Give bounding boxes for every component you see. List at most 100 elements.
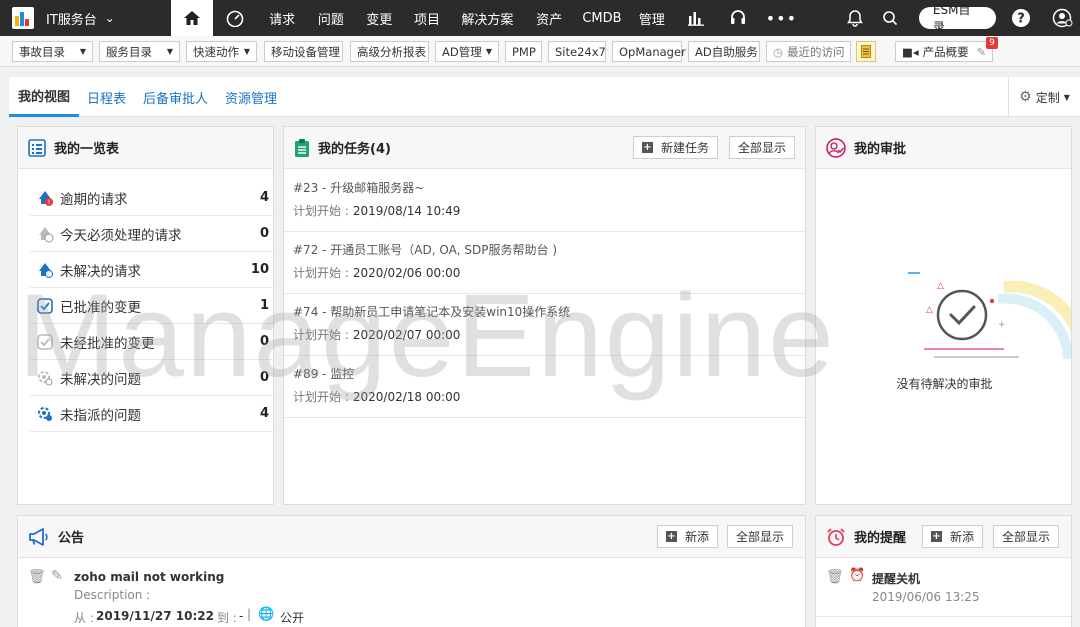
approvals-header: 我的审批 (816, 127, 1071, 169)
ad-self-service-button[interactable]: AD自助服务 (688, 41, 760, 62)
add-announcement-button[interactable]: + 新添 (657, 525, 719, 548)
task-item[interactable]: #74 - 帮助新员工申请笔记本及安装win10操作系统 计划开始 :2020/… (284, 294, 805, 356)
task-date-value: 2020/02/18 00:00 (352, 390, 461, 404)
help-icon[interactable]: ? (996, 0, 1046, 36)
service-catalog-dropdown[interactable]: 服务目录 ▼ (99, 41, 180, 62)
nav-solutions[interactable]: 解决方案 (450, 0, 524, 36)
dashboard-icon[interactable] (213, 0, 257, 36)
announcements-panel: 公告 + 新添 全部显示 🗑 ✎ zoho mail not working De… (17, 515, 806, 627)
summary-row-open-requests[interactable]: 未解决的请求 10 (30, 252, 277, 288)
pin-icon: ✎ (976, 44, 986, 59)
ad-manager-label: AD管理 (442, 44, 482, 59)
app-logo-icon (12, 7, 34, 29)
task-title[interactable]: #89 - 监控 (293, 365, 354, 382)
tab-resource-management[interactable]: 资源管理 (225, 77, 277, 117)
top-nav: IT服务台 ⌄ 请求 问题 变更 项目 解决方案 资产 CMDB 管理 ••• … (0, 0, 1080, 36)
nav-assets[interactable]: 资产 (524, 0, 574, 36)
customize-dropdown[interactable]: ⚙ 定制 ▼ (1008, 77, 1080, 117)
search-icon[interactable] (875, 0, 905, 36)
summary-count: 4 (259, 190, 269, 205)
task-title[interactable]: #23 - 升级邮箱服务器~ (293, 179, 424, 196)
headset-icon[interactable] (718, 0, 760, 36)
tasks-show-all-button[interactable]: 全部显示 (729, 136, 796, 159)
new-task-button[interactable]: + 新建任务 (633, 136, 719, 159)
tab-backup-approver[interactable]: 后备审批人 (143, 77, 208, 117)
announcement-description: Description : (74, 588, 151, 602)
opmanager-button[interactable]: OpManager (612, 41, 686, 62)
product-overview-label: 产品概要 (922, 44, 969, 59)
nav-requests[interactable]: 请求 (257, 0, 307, 36)
edit-icon[interactable]: ✎ (51, 568, 63, 584)
task-date-label: 计划开始 : (293, 328, 349, 342)
user-menu-icon[interactable] (1046, 0, 1080, 36)
summary-row-overdue-requests[interactable]: ! 逾期的请求 4 (30, 180, 277, 216)
announcements-show-all-button[interactable]: 全部显示 (727, 525, 794, 548)
reminder-title[interactable]: 提醒关机 (872, 570, 920, 587)
megaphone-icon (29, 527, 48, 546)
reports-icon[interactable] (674, 0, 718, 36)
ad-manager-dropdown[interactable]: AD管理 ▼ (435, 41, 499, 62)
summary-row-due-today[interactable]: 今天必须处理的请求 0 (30, 216, 277, 252)
summary-row-unapproved-changes[interactable]: 未经批准的变更 0 (30, 324, 277, 360)
task-title[interactable]: #74 - 帮助新员工申请笔记本及安装win10操作系统 (293, 303, 570, 320)
recent-access-button[interactable]: ◷ 最近的访问 (766, 41, 851, 62)
task-item[interactable]: #89 - 监控 计划开始 :2020/02/18 00:00 (284, 356, 805, 418)
product-overview-button[interactable]: ■◂ 产品概要 ✎ 9 (895, 37, 998, 62)
announcements-title: 公告 (58, 531, 85, 546)
chevron-down-icon: ⌄ (104, 11, 115, 25)
announcement-title[interactable]: zoho mail not working (74, 570, 224, 584)
quick-actions-dropdown[interactable]: 快速动作 ▼ (186, 41, 257, 62)
task-item[interactable]: #72 - 开通员工账号（AD, OA, SDP服务帮助台 ) 计划开始 :20… (284, 232, 805, 294)
tab-schedule[interactable]: 日程表 (87, 77, 126, 117)
incident-catalog-dropdown[interactable]: 事故目录 ▼ (12, 41, 93, 62)
new-task-label: 新建任务 (661, 141, 710, 155)
task-title[interactable]: #72 - 开通员工账号（AD, OA, SDP服务帮助台 ) (293, 241, 557, 258)
summary-row-approved-changes[interactable]: 已批准的变更 1 (30, 288, 277, 324)
task-item[interactable]: #23 - 升级邮箱服务器~ 计划开始 :2019/08/14 10:49 (284, 170, 805, 232)
nav-projects[interactable]: 项目 (404, 0, 451, 36)
svg-text:△: △ (926, 305, 933, 315)
summary-count: 0 (259, 226, 269, 241)
app-switcher[interactable]: IT服务台 ⌄ (0, 0, 171, 36)
announcement-visibility: 公开 (280, 611, 305, 625)
alarm-clock-icon (827, 527, 845, 546)
notification-badge: 9 (986, 37, 998, 49)
trash-icon[interactable]: 🗑 (826, 569, 844, 585)
summary-count: 0 (259, 334, 269, 349)
pmp-button[interactable]: PMP (505, 41, 542, 62)
reminder-item: 🗑 ⏰ 提醒关机 2019/06/06 13:25 (816, 559, 1071, 617)
mdm-button[interactable]: 移动设备管理 (264, 41, 343, 62)
add-reminder-label: 新添 (950, 530, 975, 544)
site24x7-button[interactable]: Site24x7 (548, 41, 606, 62)
bell-icon[interactable] (835, 0, 875, 36)
video-icon: ■◂ (902, 44, 919, 59)
tab-my-view[interactable]: 我的视图 (9, 77, 80, 117)
summary-label: 未解决的问题 (60, 371, 141, 388)
summary-label: 未指派的问题 (60, 407, 141, 424)
summary-row-open-problems[interactable]: 未解决的问题 0 (30, 360, 277, 396)
trash-icon[interactable]: 🗑 (28, 569, 46, 585)
summary-label: 已批准的变更 (60, 299, 141, 316)
esm-catalog-button[interactable]: ESM目录 (918, 3, 997, 34)
notes-icon[interactable] (856, 41, 876, 62)
separator: | (247, 607, 252, 621)
home-tab[interactable] (171, 0, 214, 36)
nav-cmdb[interactable]: CMDB (574, 0, 630, 36)
caret-down-icon: ▼ (243, 47, 250, 56)
nav-changes[interactable]: 变更 (355, 0, 404, 36)
app-name: IT服务台 (46, 12, 97, 28)
task-scheduled-start: 计划开始 :2020/02/07 00:00 (293, 326, 460, 343)
add-announcement-label: 新添 (685, 530, 710, 544)
analytics-reports-button[interactable]: 高级分析报表 (350, 41, 429, 62)
summary-row-unassigned-problems[interactable]: 未指派的问题 4 (30, 396, 277, 432)
reminders-show-all-button[interactable]: 全部显示 (993, 525, 1060, 548)
reminders-header: 我的提醒 + 新添 全部显示 (816, 516, 1071, 558)
caret-down-icon: ▼ (166, 47, 173, 56)
nav-problems[interactable]: 问题 (307, 0, 355, 36)
more-icon[interactable]: ••• (759, 0, 803, 36)
add-reminder-button[interactable]: + 新添 (922, 525, 984, 548)
summary-count: 10 (250, 262, 269, 277)
announcement-item: 🗑 ✎ zoho mail not working Description : … (18, 559, 805, 627)
history-icon: ◷ (773, 44, 784, 59)
nav-admin[interactable]: 管理 (630, 0, 674, 36)
